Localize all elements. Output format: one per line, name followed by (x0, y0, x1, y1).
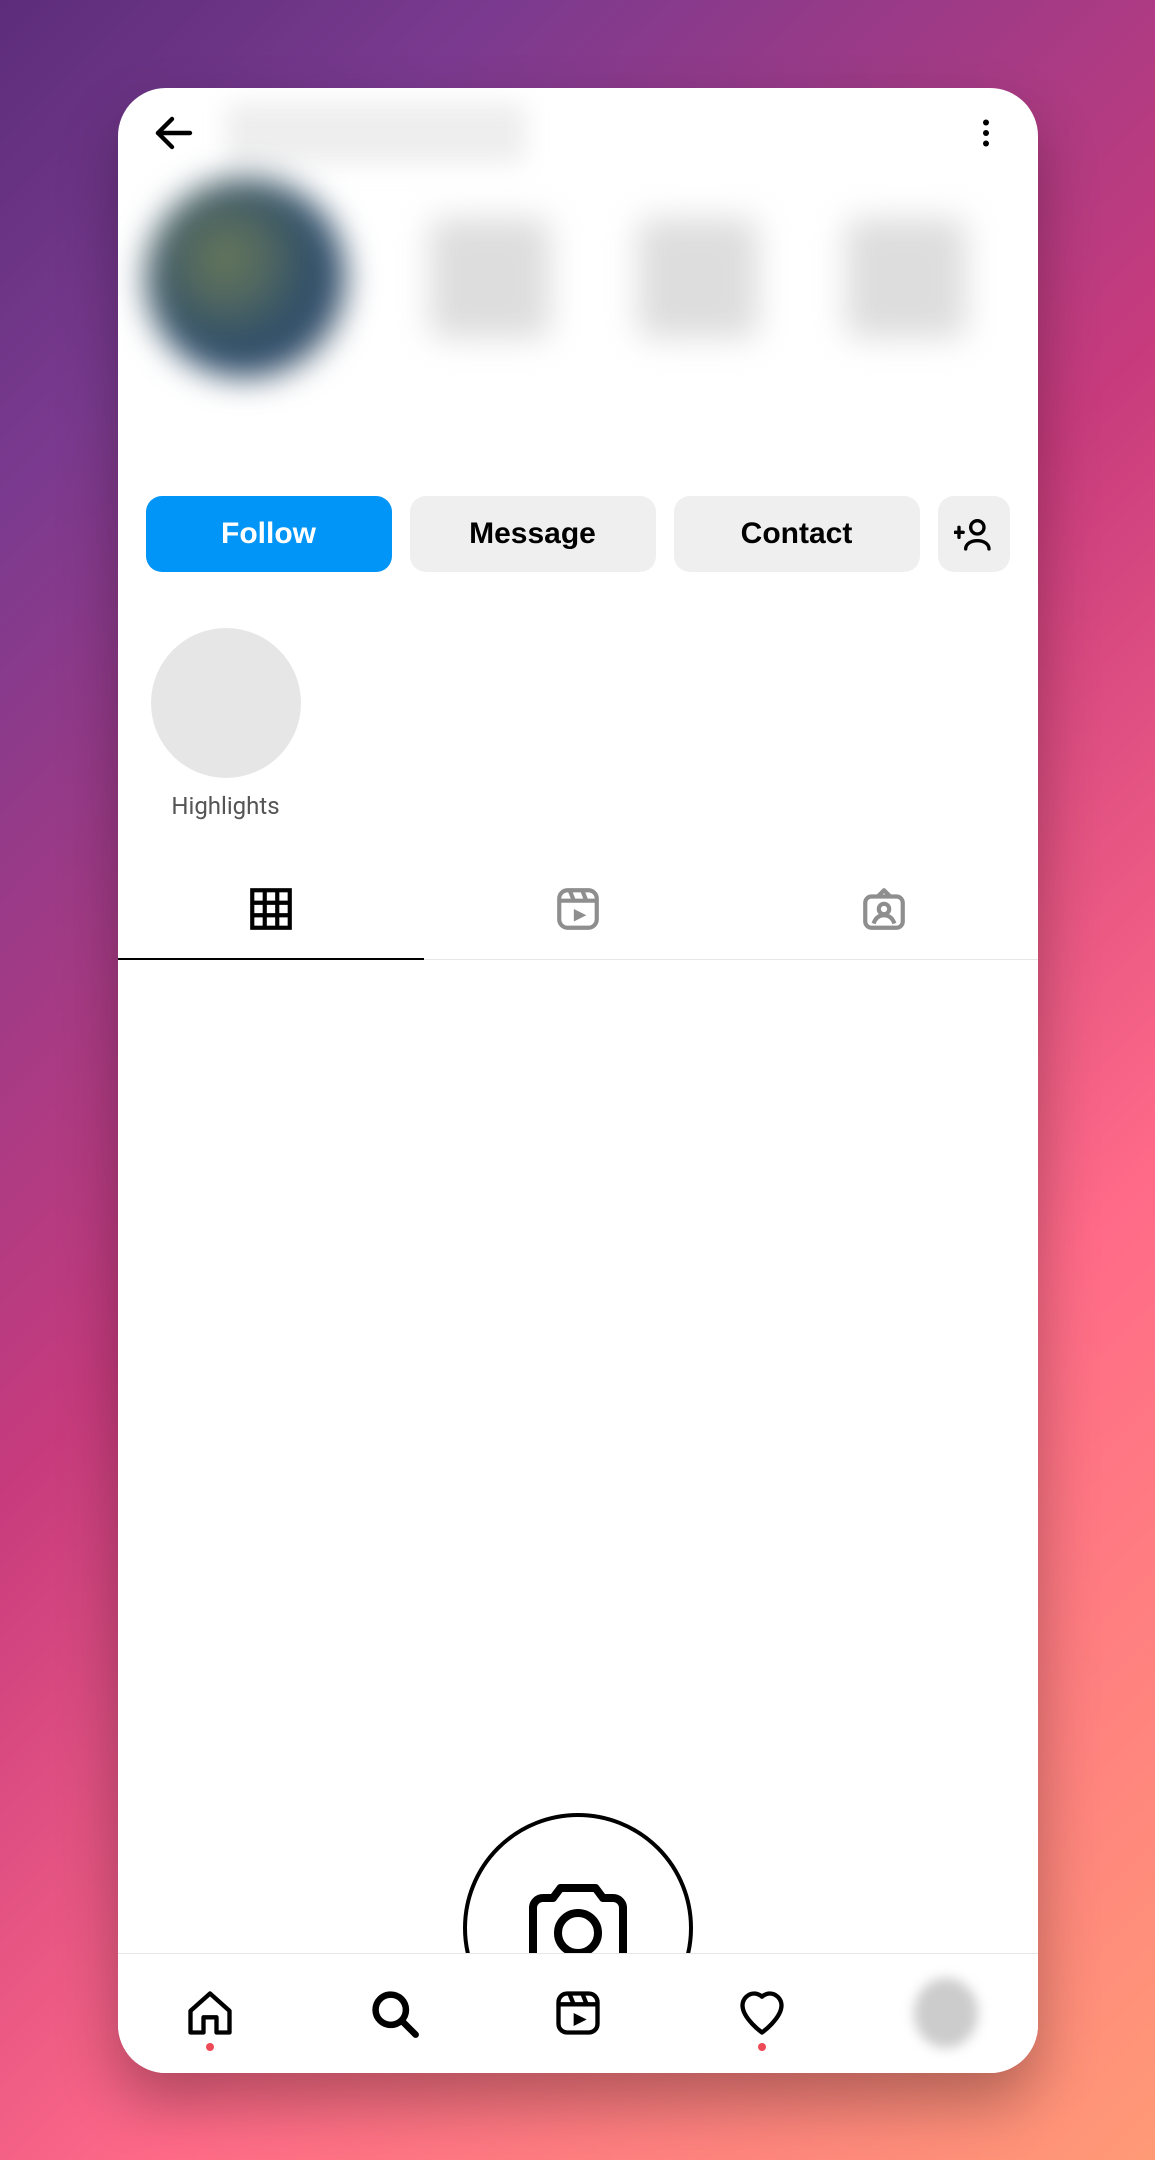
search-icon (368, 1987, 420, 2039)
profile-stats (386, 178, 1010, 338)
more-vertical-icon (968, 115, 1004, 151)
nav-profile[interactable] (914, 1981, 978, 2045)
back-button[interactable] (146, 105, 202, 161)
reels-nav-icon (552, 1987, 604, 2039)
bottom-nav (118, 1953, 1038, 2073)
stat-posts[interactable] (430, 218, 550, 338)
message-button[interactable]: Message (410, 496, 656, 572)
camera-button[interactable] (463, 1813, 693, 1953)
grid-icon (246, 884, 296, 934)
username-title (226, 103, 526, 163)
nav-reels[interactable] (546, 1981, 610, 2045)
heart-icon (736, 1987, 788, 2039)
nav-search[interactable] (362, 1981, 426, 2045)
action-row: Follow Message Contact (118, 478, 1038, 600)
tab-reels[interactable] (424, 860, 731, 959)
camera-icon (518, 1868, 638, 1953)
contact-button[interactable]: Contact (674, 496, 920, 572)
reels-icon (553, 884, 603, 934)
stat-following[interactable] (846, 218, 966, 338)
stat-followers[interactable] (638, 218, 758, 338)
highlight-circle[interactable] (151, 628, 301, 778)
more-options-button[interactable] (962, 109, 1010, 157)
home-notification-dot (206, 2043, 214, 2051)
app-window: Follow Message Contact Highlights (118, 88, 1038, 2073)
nav-activity[interactable] (730, 1981, 794, 2045)
highlight-label: Highlights (171, 792, 279, 820)
add-person-icon (954, 514, 994, 554)
highlight-item: Highlights (146, 628, 306, 820)
nav-home[interactable] (178, 1981, 242, 2045)
tagged-icon (859, 884, 909, 934)
profile-tabs (118, 860, 1038, 960)
highlights-row: Highlights (118, 600, 1038, 830)
follow-button[interactable]: Follow (146, 496, 392, 572)
top-bar (118, 88, 1038, 178)
home-icon (184, 1987, 236, 2039)
suggested-users-button[interactable] (938, 496, 1010, 572)
profile-header (118, 178, 1038, 478)
profile-thumb-icon (914, 1978, 978, 2048)
activity-notification-dot (758, 2043, 766, 2051)
tab-grid[interactable] (118, 860, 425, 959)
profile-avatar[interactable] (146, 178, 346, 378)
tab-tagged[interactable] (731, 860, 1038, 959)
posts-grid-area (118, 960, 1038, 1953)
back-arrow-icon (150, 109, 198, 157)
